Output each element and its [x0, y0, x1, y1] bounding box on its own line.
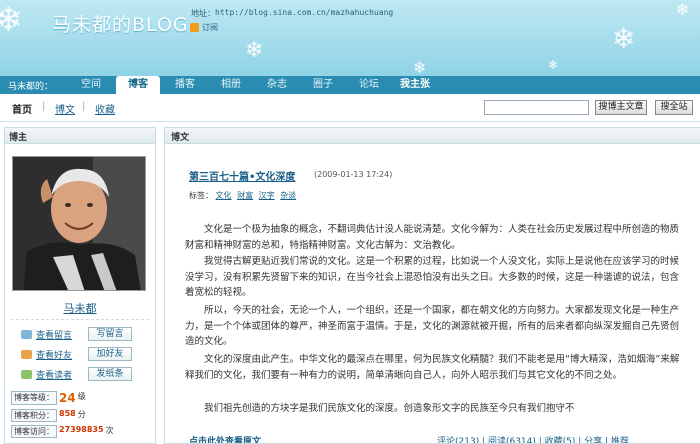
- subscribe-label: 订阅: [202, 23, 218, 32]
- post-paragraph: 文化的深度由此产生。中华文化的最深点在哪里，何为民族文化精髓？我们不能老是用“博…: [185, 354, 680, 381]
- add-friend-button[interactable]: 加好友: [88, 347, 132, 361]
- search-blog-button[interactable]: 搜博主文章: [595, 100, 647, 115]
- blog-visits-value: 27398835: [59, 425, 104, 434]
- post-paragraph: 文化是一个极为抽象的概念，不翻词典估计没人能说清楚。文化今解为：人类在社会历史发…: [185, 224, 680, 251]
- snowflake-icon: ❄: [676, 0, 690, 19]
- subnav-posts[interactable]: 博文: [55, 101, 75, 116]
- read-original-link[interactable]: 点击此处查看原文: [189, 434, 261, 443]
- post-date: (2009-01-13 17:24): [314, 170, 393, 179]
- main-nav: 马未都的： 空间 博客 播客 相册 杂志 圈子 论坛 我主张: [0, 76, 700, 94]
- nav-item-space[interactable]: 空间: [68, 76, 114, 94]
- post-paragraph: 我们祖先创造的方块字是我们民族文化的深度。创造象形文字的民族至今只有我们抱守不: [204, 403, 575, 414]
- blog-visits: 博客访问： 27398835 次: [11, 425, 114, 438]
- blog-points: 博客积分： 858 分: [11, 409, 86, 422]
- search-site-button[interactable]: 搜全站: [655, 100, 693, 115]
- search-input[interactable]: [484, 100, 589, 115]
- tag-link[interactable]: 文化: [216, 191, 232, 200]
- rss-icon: [190, 23, 199, 32]
- main-content: 博文 第三百七十篇•文化深度 (2009-01-13 17:24) 标签： 文化…: [164, 127, 700, 444]
- blog-header: 马未都的BLOG 地址： http://blog.sina.com.cn/maz…: [0, 0, 700, 76]
- nav-item-podcast[interactable]: 播客: [162, 76, 208, 94]
- snowflake-icon: ❄: [413, 58, 427, 76]
- tag-link[interactable]: 汉字: [259, 191, 275, 200]
- sidebar-divider: [11, 319, 149, 320]
- view-friends-link[interactable]: 查看好友: [21, 348, 72, 361]
- blog-visits-label: 博客访问：: [11, 425, 57, 438]
- sidebar: 博主 马未都 查看留言 查看好友 查看读者 写留言 加好友 发纸条 博客等级：: [4, 127, 156, 444]
- blog-level: 博客等级： 24 级: [11, 391, 86, 405]
- post-paragraph: 我觉得古解更贴近我们常说的文化。这是一个积累的过程，比如说一个人没文化，实际上是…: [185, 256, 680, 299]
- view-messages-link[interactable]: 查看留言: [21, 328, 72, 341]
- blog-title[interactable]: 马未都的BLOG: [52, 10, 189, 37]
- nav-item-blog[interactable]: 博客: [116, 76, 160, 94]
- nav-item-magazine[interactable]: 杂志: [254, 76, 300, 94]
- blog-level-label: 博客等级：: [11, 391, 57, 405]
- message-icon: [21, 330, 32, 339]
- blog-points-label: 博客积分：: [11, 409, 57, 422]
- blog-url[interactable]: http://blog.sina.com.cn/mazhahuchuang: [215, 8, 393, 17]
- post-paragraph: 所以，今天的社会，无论一个人，一个组织，还是一个国家，都在朝文化的方向努力。大家…: [185, 305, 680, 348]
- sub-nav: 首页 | 博文 | 收藏 搜博主文章 搜全站: [0, 94, 700, 122]
- view-readers-link[interactable]: 查看读者: [21, 368, 72, 381]
- view-readers-label: 查看读者: [36, 371, 73, 381]
- snowflake-icon: ❄: [0, 0, 23, 40]
- nav-item-forum[interactable]: 论坛: [346, 76, 392, 94]
- blog-level-suffix: 级: [77, 392, 86, 401]
- snowflake-icon: ❄: [612, 22, 636, 55]
- view-messages-label: 查看留言: [36, 331, 73, 341]
- snowflake-icon: ❄: [245, 38, 264, 63]
- avatar[interactable]: [12, 156, 146, 291]
- tags-label: 标签：: [189, 191, 213, 200]
- subnav-separator: |: [82, 101, 86, 112]
- blog-points-suffix: 分: [77, 410, 86, 419]
- main-header: 博文: [165, 128, 700, 144]
- blog-points-value: 858: [59, 409, 76, 418]
- nav-item-opinion[interactable]: 我主张: [392, 76, 438, 94]
- nav-item-circle[interactable]: 圈子: [300, 76, 346, 94]
- nav-item-album[interactable]: 相册: [208, 76, 254, 94]
- subscribe-link[interactable]: 订阅: [190, 22, 218, 33]
- subnav-separator: |: [42, 101, 46, 112]
- blog-level-value: 24: [59, 391, 76, 405]
- owner-name-link[interactable]: 马未都: [5, 300, 155, 316]
- nav-owner-label: 马未都的：: [8, 81, 54, 92]
- readers-icon: [21, 370, 32, 379]
- blog-visits-suffix: 次: [105, 426, 114, 435]
- post-tags: 标签： 文化 财富 汉字 杂谈: [189, 190, 299, 201]
- subnav-home[interactable]: 首页: [12, 101, 32, 116]
- send-note-button[interactable]: 发纸条: [88, 367, 132, 381]
- snowflake-icon: ❄: [548, 58, 559, 72]
- tag-link[interactable]: 财富: [237, 191, 253, 200]
- tag-link[interactable]: 杂谈: [280, 191, 296, 200]
- subnav-favorites[interactable]: 收藏: [95, 101, 115, 116]
- view-friends-label: 查看好友: [36, 351, 73, 361]
- post-actions[interactable]: 评论(213) | 阅读(6314) | 收藏(5) | 分享 | 推荐: [437, 434, 629, 443]
- blog-url-label: 地址：: [191, 9, 215, 18]
- sidebar-header: 博主: [5, 128, 155, 144]
- write-message-button[interactable]: 写留言: [88, 327, 132, 341]
- post-title[interactable]: 第三百七十篇•文化深度: [189, 168, 295, 183]
- friends-icon: [21, 350, 32, 359]
